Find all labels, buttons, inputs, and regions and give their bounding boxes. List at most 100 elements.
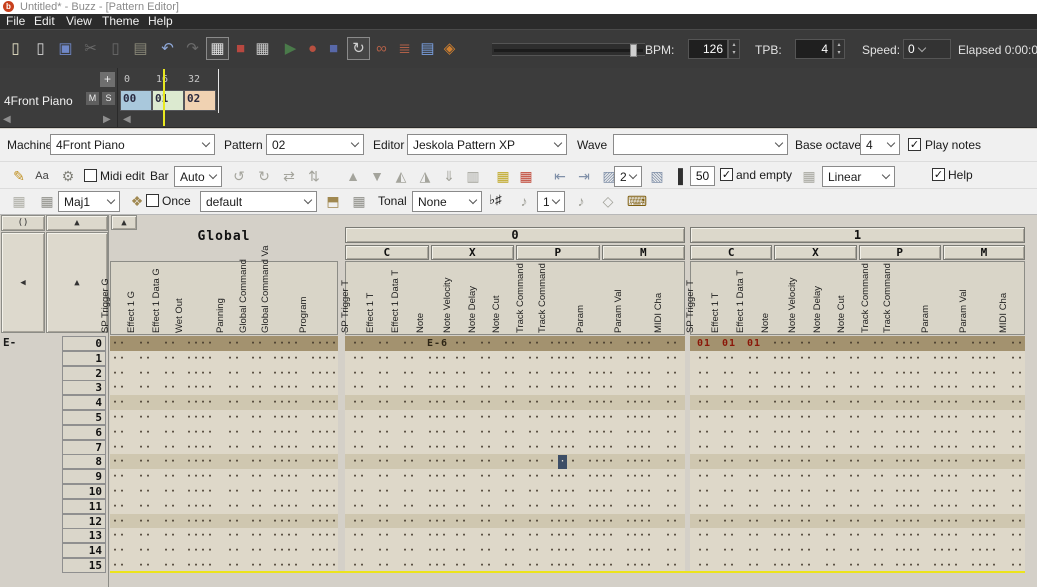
- pattern-cell[interactable]: ····: [894, 484, 922, 499]
- diamond-icon[interactable]: ◇: [597, 191, 619, 211]
- pattern-cell[interactable]: ··: [377, 543, 391, 558]
- pattern-cell[interactable]: ··: [665, 336, 679, 351]
- pattern-cell[interactable]: ····: [549, 425, 577, 440]
- pattern-cell[interactable]: ··: [377, 395, 391, 410]
- pattern-cell[interactable]: ··: [402, 440, 416, 455]
- pattern-cell[interactable]: ··: [163, 380, 177, 395]
- pattern-cell[interactable]: ··: [112, 410, 126, 425]
- tpb-input[interactable]: 4: [795, 39, 833, 59]
- pattern-cell[interactable]: ··: [747, 543, 761, 558]
- pattern-cell[interactable]: ··: [665, 440, 679, 455]
- pattern-cell[interactable]: ··: [352, 351, 366, 366]
- pattern-cell[interactable]: ····: [272, 440, 300, 455]
- octave-up-icon[interactable]: ◭: [390, 166, 412, 186]
- pattern-cell[interactable]: ··: [377, 469, 391, 484]
- pattern-cell[interactable]: ····: [549, 366, 577, 381]
- pattern-cell[interactable]: ··: [377, 528, 391, 543]
- pattern-cell[interactable]: ··: [747, 514, 761, 529]
- pattern-cell[interactable]: ··: [527, 484, 541, 499]
- pattern-cell[interactable]: ··: [352, 454, 366, 469]
- pattern-cell[interactable]: ··: [227, 543, 241, 558]
- pattern-cell[interactable]: ··: [402, 514, 416, 529]
- pattern-cell[interactable]: ··: [377, 514, 391, 529]
- pattern-cell[interactable]: ··: [163, 425, 177, 440]
- pattern-cell[interactable]: ···: [427, 440, 448, 455]
- pattern-cell[interactable]: ··: [799, 484, 813, 499]
- pattern-cell[interactable]: ··: [697, 425, 711, 440]
- pattern-cell[interactable]: ··: [722, 484, 736, 499]
- pattern-cell[interactable]: ··: [665, 351, 679, 366]
- pattern-cell[interactable]: ··: [138, 440, 152, 455]
- pattern-cell[interactable]: ··: [665, 366, 679, 381]
- pattern-cell[interactable]: ··: [250, 336, 264, 351]
- pattern-cell[interactable]: ··: [722, 499, 736, 514]
- row-number[interactable]: 2: [62, 366, 106, 381]
- pattern-cell[interactable]: ··: [163, 336, 177, 351]
- sequence-pattern-cell[interactable]: 00: [120, 90, 152, 111]
- pattern-cell[interactable]: ····: [186, 425, 214, 440]
- pattern-cell[interactable]: ··: [697, 410, 711, 425]
- pattern-cell[interactable]: ··: [479, 395, 493, 410]
- pattern-cell[interactable]: ··: [665, 469, 679, 484]
- pattern-cell[interactable]: ··: [112, 440, 126, 455]
- pattern-cell[interactable]: ····: [186, 469, 214, 484]
- dish-icon[interactable]: ≣: [393, 37, 416, 60]
- pattern-cell[interactable]: ····: [625, 499, 653, 514]
- pattern-cell[interactable]: ···: [772, 351, 793, 366]
- pattern-cell[interactable]: ··: [697, 440, 711, 455]
- pattern-cell[interactable]: ··: [503, 336, 517, 351]
- pattern-cell[interactable]: ··: [377, 440, 391, 455]
- pattern-cell[interactable]: ··: [527, 528, 541, 543]
- pattern-cell[interactable]: ··: [479, 469, 493, 484]
- pattern-cell[interactable]: ··: [747, 380, 761, 395]
- pattern-cell[interactable]: ··: [138, 528, 152, 543]
- randomize-icon[interactable]: ▦: [798, 166, 820, 186]
- pattern-cell[interactable]: ··: [872, 543, 886, 558]
- pattern-cell[interactable]: ··: [1010, 469, 1024, 484]
- pattern-cell[interactable]: ····: [625, 454, 653, 469]
- pattern-cell[interactable]: ····: [310, 410, 338, 425]
- pattern-cell[interactable]: ··: [872, 440, 886, 455]
- pattern-cell[interactable]: ···: [427, 499, 448, 514]
- pattern-cell[interactable]: ··: [352, 425, 366, 440]
- pattern-cell[interactable]: ····: [894, 499, 922, 514]
- pattern-cell[interactable]: ··: [138, 410, 152, 425]
- pattern-cell[interactable]: ····: [310, 366, 338, 381]
- pattern-cell[interactable]: ··: [722, 395, 736, 410]
- pattern-cell[interactable]: ··: [722, 469, 736, 484]
- pattern-cell[interactable]: ··: [527, 425, 541, 440]
- pattern-cell[interactable]: ··: [250, 469, 264, 484]
- pattern-cell[interactable]: ····: [310, 528, 338, 543]
- pattern-cell[interactable]: ··: [527, 395, 541, 410]
- mute-button[interactable]: M: [86, 92, 99, 105]
- record-icon[interactable]: ●: [301, 37, 324, 60]
- pattern-cell[interactable]: ··: [1010, 484, 1024, 499]
- scroll-up-button[interactable]: ▲: [46, 215, 108, 231]
- editor-select[interactable]: Jeskola Pattern XP: [407, 134, 567, 155]
- pattern-cell[interactable]: ··: [138, 499, 152, 514]
- pattern-cell[interactable]: ··: [112, 454, 126, 469]
- bar-select[interactable]: Auto: [174, 166, 222, 187]
- infinite-loop-icon[interactable]: ∞: [370, 37, 393, 60]
- play-notes-checkbox[interactable]: ✓: [908, 138, 921, 151]
- pattern-cell[interactable]: ···: [772, 336, 793, 351]
- pattern-cell[interactable]: ··: [527, 380, 541, 395]
- pattern-cell[interactable]: ··: [848, 336, 862, 351]
- status-window-icon[interactable]: ▤: [416, 37, 439, 60]
- pattern-cell[interactable]: ··: [1010, 528, 1024, 543]
- pattern-cell[interactable]: ··: [872, 380, 886, 395]
- row-number[interactable]: 3: [62, 380, 106, 395]
- sequence-track-name[interactable]: 4Front Piano: [4, 94, 73, 108]
- pattern-cell[interactable]: ····: [625, 484, 653, 499]
- pattern-cell[interactable]: ··: [848, 528, 862, 543]
- pattern-cell[interactable]: ··: [799, 499, 813, 514]
- pattern-cell[interactable]: ··: [503, 380, 517, 395]
- pattern-cell[interactable]: ··: [527, 469, 541, 484]
- pattern-cell[interactable]: ····: [549, 514, 577, 529]
- pattern-cell[interactable]: ··: [848, 351, 862, 366]
- pattern-cell[interactable]: ··: [872, 410, 886, 425]
- font-icon[interactable]: Aa: [31, 166, 53, 186]
- pattern-cell[interactable]: ····: [894, 425, 922, 440]
- midi-edit-checkbox[interactable]: [84, 169, 97, 182]
- pattern-cell[interactable]: ··: [138, 336, 152, 351]
